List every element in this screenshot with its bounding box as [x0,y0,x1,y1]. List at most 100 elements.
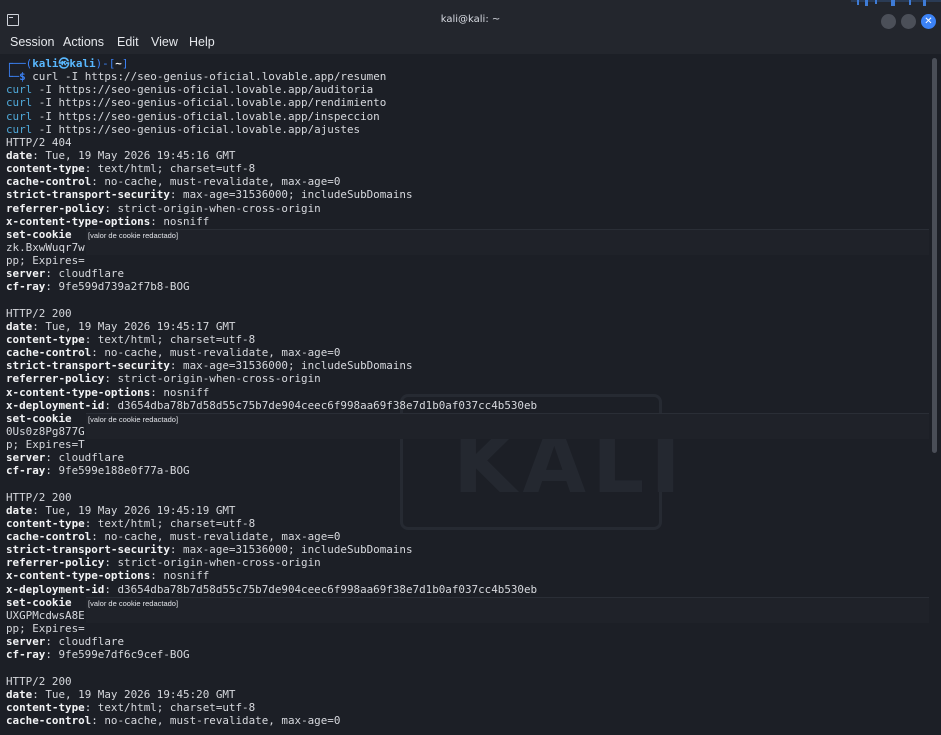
minimize-icon[interactable] [881,14,896,29]
terminal-line: server: cloudflare [6,267,537,280]
terminal-line: curl -I https://seo-genius-oficial.lovab… [6,123,537,136]
header-value: : 9fe599e7df6c9cef-BOG [45,648,190,662]
header-key: referrer-policy [6,556,105,570]
scrollbar-thumb[interactable] [932,58,937,453]
menu-session[interactable]: Session [10,35,54,49]
scrollbar[interactable] [929,54,941,735]
terminal-line: p; Expires=T [6,438,537,451]
header-key: content-type [6,516,85,530]
menu-edit[interactable]: Edit [117,35,139,49]
terminal-line: HTTP/2 200 [6,675,537,688]
header-key: cache-control [6,346,92,360]
terminal-line: cache-control: no-cache, must-revalidate… [6,530,537,543]
terminal-line: curl -I https://seo-genius-oficial.lovab… [6,96,537,109]
terminal-line: curl -I https://seo-genius-oficial.lovab… [6,110,537,123]
redaction-label: [valor de cookie redactado] [88,415,179,425]
header-key: x-deployment-id [6,582,105,596]
header-value: : Tue, 19 May 2026 19:45:17 GMT [32,319,236,333]
terminal-line: ┌──(kali㉿kali)-[~] [6,57,537,70]
menu-help[interactable]: Help [189,35,215,49]
header-key: content-type [6,332,85,346]
terminal-line: strict-transport-security: max-age=31536… [6,359,537,372]
header-value: : no-cache, must-revalidate, max-age=0 [91,346,341,360]
cookie-fragment: zk.BxwWuqr7w [6,240,85,254]
header-value: : text/html; charset=utf-8 [84,332,256,346]
header-key: set-cookie [6,411,72,425]
http-status: HTTP/2 200 [6,674,72,688]
header-key: x-content-type-options [6,214,151,228]
command-args: -I https://seo-genius-oficial.lovable.ap… [32,122,361,136]
header-value: : no-cache, must-revalidate, max-age=0 [91,175,341,189]
header-key: x-content-type-options [6,569,151,583]
header-value: : d3654dba78b7d58d55c75b7de904ceec6f998a… [104,582,538,596]
terminal-line: date: Tue, 19 May 2026 19:45:17 GMT [6,320,537,333]
terminal-line: content-type: text/html; charset=utf-8 [6,333,537,346]
redaction-label: [valor de cookie redactado] [88,230,179,240]
header-value: : no-cache, must-revalidate, max-age=0 [91,530,341,544]
redaction-box: [valor de cookie redactado] [86,228,929,255]
header-key: cache-control [6,530,92,544]
terminal-line: referrer-policy: strict-origin-when-cros… [6,372,537,385]
window-title: kali@kali: ~ [440,14,501,25]
command-args: -I https://seo-genius-oficial.lovable.ap… [32,83,374,97]
close-icon[interactable]: ✕ [921,14,936,29]
terminal-line: x-content-type-options: nosniff [6,215,537,228]
system-monitor-graph [851,0,941,6]
header-value: : nosniff [150,385,210,399]
command-name: curl [6,83,33,97]
terminal-line: content-type: text/html; charset=utf-8 [6,162,537,175]
title-bar: kali@kali: ~ ✕ [0,0,941,33]
header-key: x-content-type-options [6,385,151,399]
terminal-line: date: Tue, 19 May 2026 19:45:19 GMT [6,504,537,517]
command-args: -I https://seo-genius-oficial.lovable.ap… [32,96,387,110]
header-key: date [6,687,33,701]
terminal-line: x-content-type-options: nosniff [6,386,537,399]
header-key: cf-ray [6,464,46,478]
header-key: strict-transport-security [6,359,170,373]
header-value: : Tue, 19 May 2026 19:45:20 GMT [32,687,236,701]
cookie-fragment: 0Us0z8Pg877G [6,424,85,438]
cookie-fragment: UXGPMcdwsA8E [6,608,85,622]
terminal-line: content-type: text/html; charset=utf-8 [6,517,537,530]
terminal-line: cf-ray: 9fe599d739a2f7b8-BOG [6,280,537,293]
maximize-icon[interactable] [901,14,916,29]
header-value: : max-age=31536000; includeSubDomains [169,543,413,557]
header-key: set-cookie [6,227,72,241]
menu-actions[interactable]: Actions [63,35,104,49]
terminal-line: x-content-type-options: nosniff [6,569,537,582]
terminal-line: HTTP/2 404 [6,136,537,149]
command-args: -I https://seo-genius-oficial.lovable.ap… [32,109,380,123]
header-key: content-type [6,162,85,176]
terminal-line: date: Tue, 19 May 2026 19:45:16 GMT [6,149,537,162]
header-value: : cloudflare [45,635,125,649]
terminal-output[interactable]: KALI ┌──(kali㉿kali)-[~] └─$ curl -I https… [0,54,929,735]
terminal-line: curl -I https://seo-genius-oficial.lovab… [6,83,537,96]
header-value: : strict-origin-when-cross-origin [104,201,321,215]
header-value: : max-age=31536000; includeSubDomains [169,188,413,202]
terminal-line: x-deployment-id: d3654dba78b7d58d55c75b7… [6,399,537,412]
redaction-label: [valor de cookie redactado] [88,599,179,609]
terminal-line: cache-control: no-cache, must-revalidate… [6,346,537,359]
cookie-fragment: pp; Expires= [6,622,85,636]
prompt-frame: )-[ [95,57,116,70]
header-value: : d3654dba78b7d58d55c75b7de904ceec6f998a… [104,398,538,412]
header-key: content-type [6,700,85,714]
header-key: date [6,319,33,333]
header-key: cf-ray [6,648,46,662]
command-name: curl [6,109,33,123]
header-value: : nosniff [150,569,210,583]
menu-view[interactable]: View [151,35,178,49]
terminal-line: cache-control: no-cache, must-revalidate… [6,714,537,727]
redaction-box: [valor de cookie redactado] [86,597,929,624]
header-key: strict-transport-security [6,188,170,202]
header-value: : text/html; charset=utf-8 [84,162,256,176]
terminal-line: server: cloudflare [6,451,537,464]
http-status: HTTP/2 200 [6,306,72,320]
terminal-line: HTTP/2 200 [6,307,537,320]
header-key: set-cookie [6,595,72,609]
header-key: cache-control [6,714,92,728]
http-status: HTTP/2 404 [6,135,72,149]
terminal-line: referrer-policy: strict-origin-when-cros… [6,202,537,215]
terminal-line: HTTP/2 200 [6,491,537,504]
